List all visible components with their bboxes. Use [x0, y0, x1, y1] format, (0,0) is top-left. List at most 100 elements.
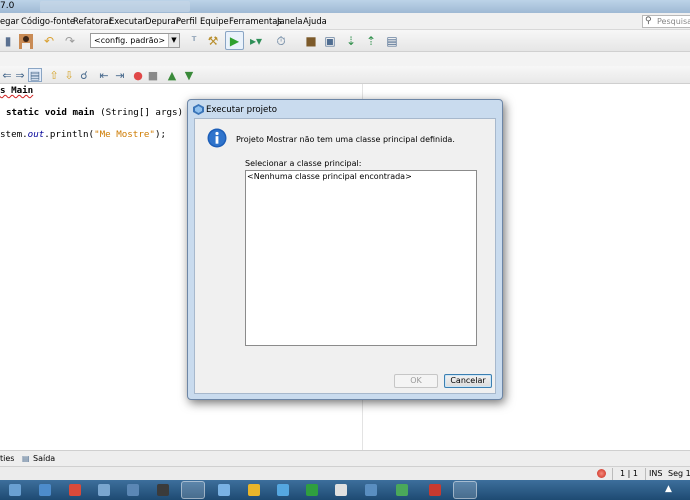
cursor-position: 1 | 1 — [620, 469, 638, 478]
code-line-class: s Main — [0, 85, 34, 96]
redo-icon[interactable]: ↷ — [62, 33, 78, 49]
profile-icon[interactable]: ⏱ — [273, 33, 289, 49]
close-project-icon[interactable]: ▮ — [0, 33, 16, 49]
menu-codigo-fonte[interactable]: Código-fonte — [21, 16, 75, 26]
prev-bookmark-icon[interactable]: ⇧ — [47, 68, 61, 82]
menu-ajuda[interactable]: Ajuda — [303, 16, 327, 26]
chevron-down-icon: ▼ — [168, 34, 179, 47]
status-bar: 1 | 1 INS Seg 11 — [0, 466, 690, 480]
uncomment-icon[interactable]: ▼ — [182, 68, 196, 82]
chart-window-icon[interactable]: ▤ — [384, 33, 400, 49]
tab-output[interactable]: Saída — [33, 454, 55, 463]
code-println: .println( — [44, 129, 95, 140]
taskbar-app-icon[interactable] — [9, 484, 21, 496]
menu-janela[interactable]: Janela — [277, 16, 303, 26]
menu-navegar[interactable]: egar — [0, 16, 19, 26]
dialog-title: Executar projeto — [206, 105, 277, 115]
taskbar-app-icon[interactable] — [69, 484, 81, 496]
error-badge-icon[interactable] — [597, 469, 606, 478]
main-toolbar: ▮ ↶ ↷ <config. padrão> ▼ ᵀ ⚒ ▶ ▸▾ ⏱ ■ ▣ … — [0, 30, 690, 52]
list-item[interactable]: <Nenhuma classe principal encontrada> — [247, 172, 412, 181]
search-placeholder: Pesquisar — [657, 17, 690, 26]
next-bookmark-icon[interactable]: ⇩ — [62, 68, 76, 82]
search-icon: ⚲ — [645, 16, 652, 26]
user-avatar-icon[interactable] — [18, 33, 34, 49]
code-system: stem. — [0, 129, 28, 140]
menu-perfil[interactable]: Perfil — [176, 16, 197, 26]
taskbar-app-icon[interactable] — [365, 484, 377, 496]
menu-refatorar[interactable]: Refatorar — [73, 16, 112, 26]
code-keyword-void: void — [44, 107, 67, 118]
record-macro-icon[interactable]: ● — [131, 68, 145, 82]
debug-icon[interactable]: ▸▾ — [248, 33, 264, 49]
taskbar-app-icon[interactable] — [98, 484, 110, 496]
config-select[interactable]: <config. padrão> ▼ — [90, 33, 180, 48]
hammer-icon[interactable]: ᵀ — [186, 33, 202, 49]
cancel-button[interactable]: Cancelar — [444, 374, 492, 388]
taskbar-app-icon[interactable] — [453, 481, 477, 499]
clock-date: Seg 11 — [668, 469, 690, 478]
code-method-main: main — [72, 107, 95, 118]
window-title-bar: 7.0 — [0, 0, 690, 13]
run-icon[interactable]: ▶ — [225, 31, 244, 50]
taskbar-app-icon[interactable] — [306, 484, 318, 496]
code-string-literal: "Me Mostre" — [94, 129, 155, 140]
select-main-class-label: Selecionar a classe principal: — [245, 159, 362, 168]
output-tab-bar: ties ▤ Saída — [0, 450, 690, 466]
code-params: (String[] args) — [94, 107, 184, 118]
back-icon[interactable]: ⇐ — [0, 68, 14, 82]
shift-right-icon[interactable]: ⇥ — [113, 68, 127, 82]
code-line-main: static void main (String[] args) — [6, 107, 183, 118]
menu-bar: egar Código-fonte Refatorar Executar Dep… — [0, 13, 690, 30]
status-divider — [612, 468, 613, 480]
menu-equipe[interactable]: Equipe — [200, 16, 229, 26]
background-window-ghost — [40, 1, 190, 12]
comment-icon[interactable]: ▲ — [165, 68, 179, 82]
dialog-message: Projeto Mostrar não tem uma classe princ… — [236, 135, 455, 144]
taskbar: ▲ — [0, 480, 690, 500]
browser-icon[interactable]: ■ — [303, 33, 319, 49]
netbeans-icon — [193, 104, 204, 115]
menu-depurar[interactable]: Depurar — [145, 16, 179, 26]
taskbar-app-icon[interactable] — [277, 484, 289, 496]
menu-executar[interactable]: Executar — [109, 16, 146, 26]
dialog-content: Projeto Mostrar não tem uma classe princ… — [194, 118, 496, 394]
deploy-icon[interactable]: ▣ — [322, 33, 338, 49]
taskbar-app-icon[interactable] — [127, 484, 139, 496]
config-select-value: <config. padrão> — [94, 36, 166, 45]
clean-build-icon[interactable]: ⚒ — [205, 33, 221, 49]
taskbar-app-icon[interactable] — [218, 484, 230, 496]
taskbar-app-icon[interactable] — [157, 484, 169, 496]
editor-toolbar: ⇐ ⇒ ▤ ⇧ ⇩ ☌ ⇤ ⇥ ● ■ ▲ ▼ — [0, 66, 690, 84]
code-keyword-static: static — [6, 107, 40, 118]
shift-left-icon[interactable]: ⇤ — [97, 68, 111, 82]
editor-tab-strip — [0, 52, 690, 66]
taskbar-app-icon[interactable] — [39, 484, 51, 496]
taskbar-app-icon[interactable] — [396, 484, 408, 496]
tray-expand-icon[interactable]: ▲ — [665, 484, 672, 494]
run-project-dialog: Executar projeto Projeto Mostrar não tem… — [187, 99, 503, 400]
taskbar-app-icon[interactable] — [181, 481, 205, 499]
code-line-println: stem.out.println("Me Mostre"); — [0, 129, 166, 140]
code-close: ); — [154, 129, 167, 140]
search-box[interactable]: ⚲ Pesquisar — [642, 15, 690, 28]
window-title: 7.0 — [0, 1, 15, 11]
taskbar-app-icon[interactable] — [248, 484, 260, 496]
insert-mode: INS — [649, 469, 663, 478]
menu-ferramentas[interactable]: Ferramentas — [229, 16, 282, 26]
tab-properties[interactable]: ties — [0, 454, 14, 463]
ok-button[interactable]: OK — [394, 374, 438, 388]
stop-macro-icon[interactable]: ■ — [146, 68, 160, 82]
main-class-list[interactable]: <Nenhuma classe principal encontrada> — [245, 170, 477, 346]
taskbar-app-icon[interactable] — [335, 484, 347, 496]
code-field-out: out — [27, 129, 45, 140]
step-out-icon[interactable]: ⇡ — [363, 33, 379, 49]
undo-icon[interactable]: ↶ — [41, 33, 57, 49]
toggle-highlight-icon[interactable]: ▤ — [28, 68, 42, 82]
output-window-icon: ▤ — [22, 454, 30, 463]
info-icon — [207, 128, 227, 148]
step-into-icon[interactable]: ⇣ — [343, 33, 359, 49]
forward-icon[interactable]: ⇒ — [13, 68, 27, 82]
taskbar-app-icon[interactable] — [429, 484, 441, 496]
toggle-bookmark-icon[interactable]: ☌ — [77, 68, 91, 82]
